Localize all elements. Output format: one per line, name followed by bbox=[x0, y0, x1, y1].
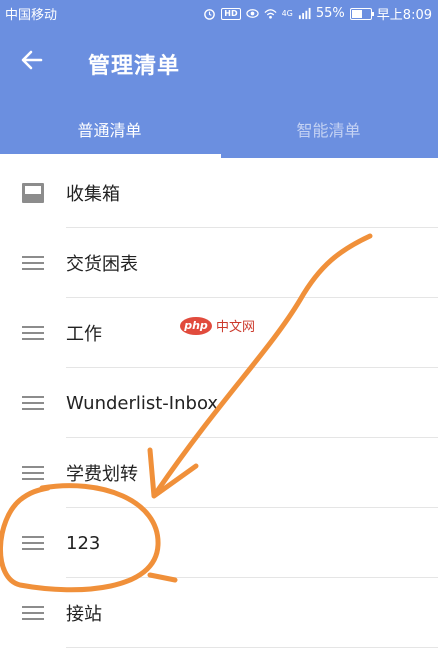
list-item[interactable]: 123 bbox=[0, 508, 438, 578]
tab-bar: 普通清单 智能清单 bbox=[0, 100, 438, 158]
drag-handle-icon[interactable] bbox=[22, 462, 44, 484]
drag-handle-icon[interactable] bbox=[22, 392, 44, 414]
back-arrow-icon bbox=[21, 50, 43, 70]
status-bar: 中国移动 HD 4G 55% 早上8:09 bbox=[0, 0, 438, 24]
eye-icon bbox=[245, 9, 259, 18]
tab-smart-lists[interactable]: 智能清单 bbox=[219, 100, 438, 158]
carrier-name: 中国移动 bbox=[5, 8, 58, 23]
signal-icon bbox=[298, 7, 311, 20]
alarm-icon bbox=[204, 9, 216, 20]
battery-percent: 55% bbox=[315, 6, 345, 21]
list-item-label: 学费划转 bbox=[66, 464, 138, 485]
status-icons: HD 4G 55% 早上8:09 bbox=[203, 4, 432, 23]
list-item-label: 收集箱 bbox=[66, 184, 120, 205]
list-item-label: 123 bbox=[66, 532, 101, 554]
list-container: 收集箱 交货困表 工作 Wunderlist-Inbox 学费划转 123 接站 bbox=[0, 158, 438, 648]
divider bbox=[66, 647, 438, 648]
list-item[interactable]: 学费划转 bbox=[0, 438, 438, 508]
list-item-label: Wunderlist-Inbox bbox=[66, 392, 219, 414]
list-item-label: 接站 bbox=[66, 604, 102, 625]
list-item[interactable]: 接站 bbox=[0, 578, 438, 648]
drag-handle-icon[interactable] bbox=[22, 532, 44, 554]
hd-icon: HD bbox=[221, 7, 241, 20]
drag-handle-icon[interactable] bbox=[22, 322, 44, 344]
tab-normal-lists[interactable]: 普通清单 bbox=[0, 100, 219, 158]
battery-icon bbox=[349, 7, 374, 20]
watermark: php 中文网 bbox=[180, 316, 255, 335]
app-bar: 管理清单 bbox=[0, 24, 438, 100]
watermark-logo: php bbox=[180, 316, 212, 335]
drag-handle-icon[interactable] bbox=[22, 602, 44, 624]
list-item-inbox[interactable]: 收集箱 bbox=[0, 158, 438, 228]
network-type: 4G bbox=[281, 9, 293, 18]
list-item-label: 交货困表 bbox=[66, 254, 138, 275]
watermark-text: 中文网 bbox=[216, 320, 256, 335]
inbox-icon bbox=[22, 183, 44, 203]
wifi-icon bbox=[264, 9, 277, 19]
clock: 早上8:09 bbox=[376, 8, 432, 23]
list-item[interactable]: 交货困表 bbox=[0, 228, 438, 298]
page-title: 管理清单 bbox=[88, 54, 181, 79]
app-header: 中国移动 HD 4G 55% 早上8:09 管理清单 普通清单 智能清单 bbox=[0, 0, 438, 158]
drag-handle-icon[interactable] bbox=[22, 252, 44, 274]
list-item-label: 工作 bbox=[66, 324, 102, 345]
back-button[interactable] bbox=[12, 40, 52, 80]
list-item[interactable]: Wunderlist-Inbox bbox=[0, 368, 438, 438]
